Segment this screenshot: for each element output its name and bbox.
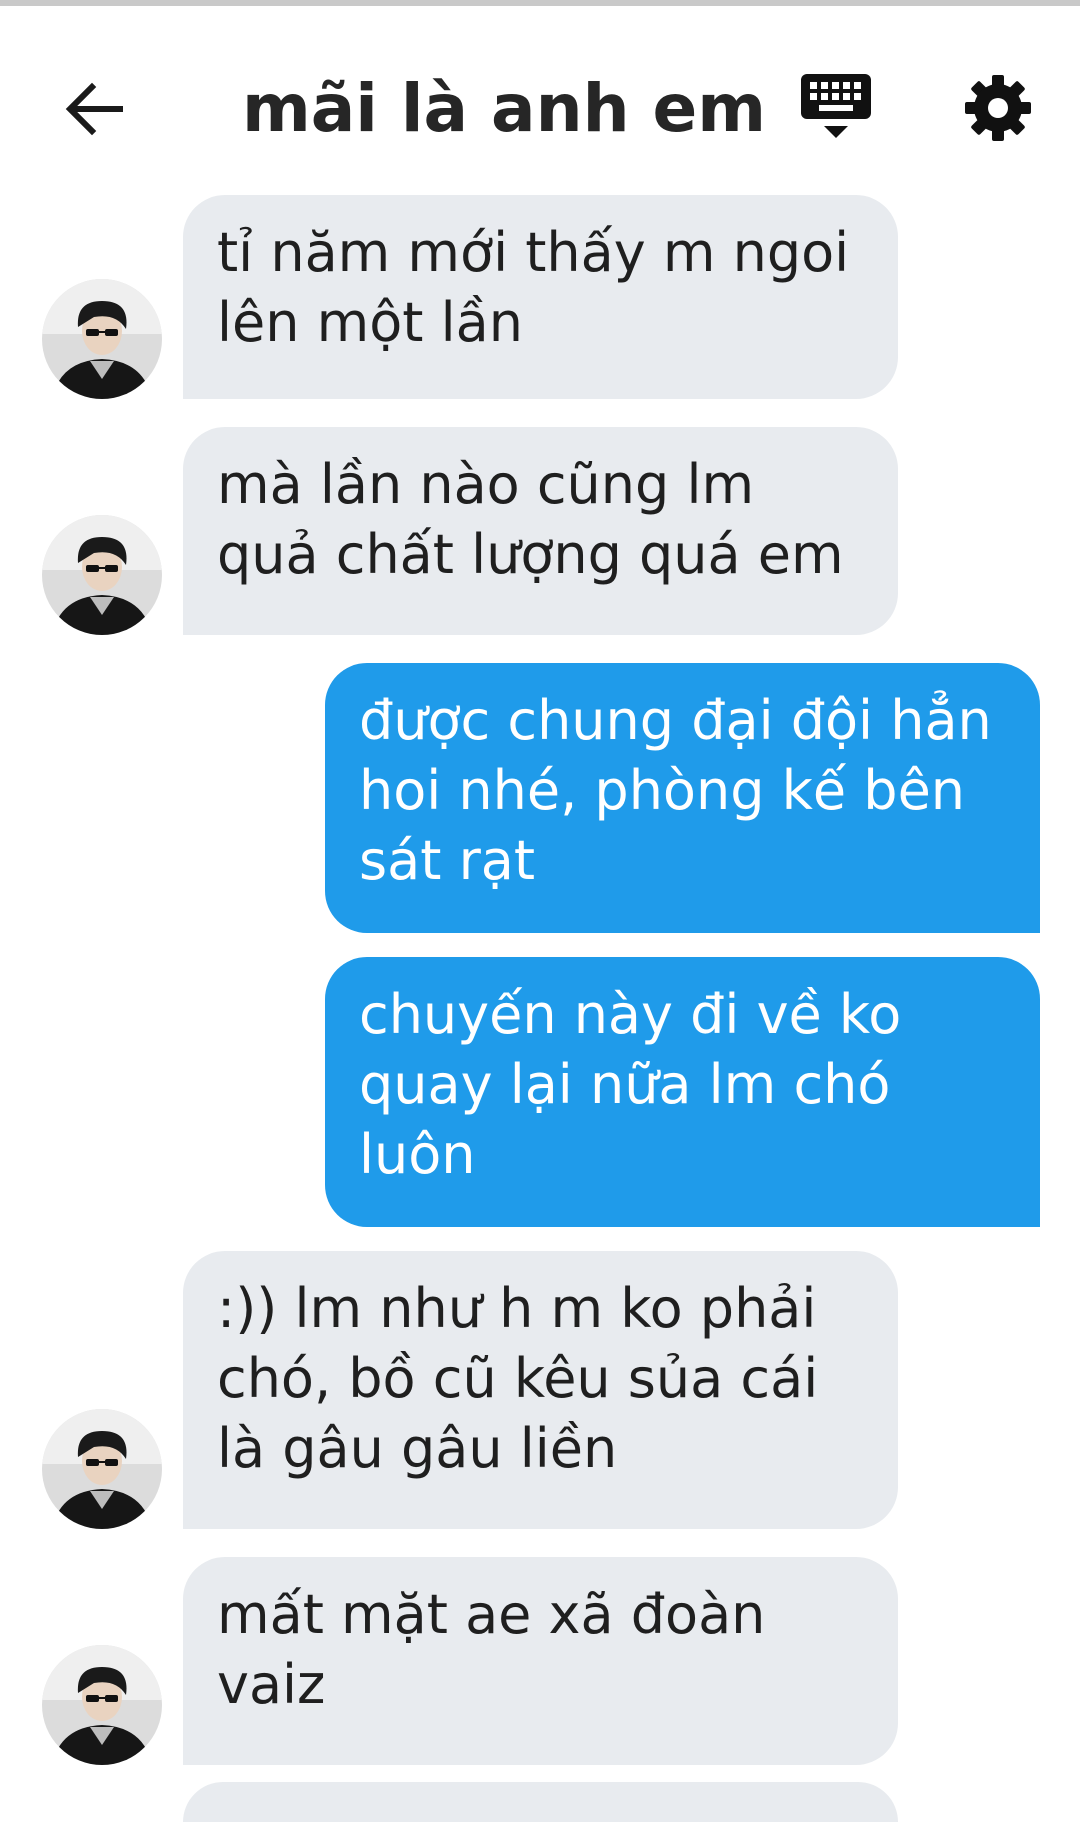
message-line: vaiz: [217, 1653, 326, 1716]
message-list[interactable]: tỉ năm mới thấy m ngoi lên một lần mà lầ…: [0, 191, 1080, 1822]
avatar-photo: [42, 515, 162, 635]
message-line: được chung đại đội hẳn: [359, 689, 992, 752]
message-line: là gâu gâu liền: [217, 1417, 618, 1480]
message-bubble-outgoing[interactable]: được chung đại đội hẳn hoi nhé, phòng kế…: [325, 663, 1040, 933]
message-line: sát rạt: [359, 829, 536, 892]
message-line: mà lần nào cũng lm: [217, 453, 755, 516]
message-line: lên một lần: [217, 291, 523, 354]
message-bubble-incoming[interactable]: tỉ năm mới thấy m ngoi lên một lần: [183, 195, 898, 399]
back-button[interactable]: [60, 74, 130, 144]
message-line: :)) lm như h m ko phải: [217, 1277, 817, 1340]
keyboard-icon: [801, 74, 871, 138]
message-bubble-partial[interactable]: [183, 1782, 898, 1822]
avatar[interactable]: [42, 1645, 162, 1765]
message-bubble-outgoing[interactable]: chuyến này đi về ko quay lại nữa lm chó …: [325, 957, 1040, 1227]
message-bubble-incoming[interactable]: mất mặt ae xã đoàn vaiz: [183, 1557, 898, 1765]
message-line: chó, bồ cũ kêu sủa cái: [217, 1347, 819, 1410]
message-line: tỉ năm mới thấy m ngoi: [217, 221, 850, 284]
settings-button[interactable]: [962, 72, 1034, 144]
message-bubble-incoming[interactable]: :)) lm như h m ko phải chó, bồ cũ kêu sủ…: [183, 1251, 898, 1529]
chat-header: mãi là anh em: [0, 6, 1080, 191]
conversation-title: mãi là anh em: [242, 70, 767, 147]
avatar-photo: [42, 1409, 162, 1529]
avatar-photo: [42, 1645, 162, 1765]
keyboard-button[interactable]: [798, 72, 874, 148]
message-line: quay lại nữa lm chó: [359, 1053, 891, 1116]
gear-icon: [965, 75, 1031, 141]
avatar[interactable]: [42, 1409, 162, 1529]
avatar[interactable]: [42, 279, 162, 399]
avatar[interactable]: [42, 515, 162, 635]
message-line: chuyến này đi về ko: [359, 983, 902, 1046]
avatar-photo: [42, 279, 162, 399]
message-line: hoi nhé, phòng kế bên: [359, 759, 966, 822]
arrow-left-icon: [65, 82, 123, 136]
message-line: mất mặt ae xã đoàn: [217, 1583, 766, 1646]
message-line: quả chất lượng quá em: [217, 523, 844, 586]
message-line: luôn: [359, 1123, 476, 1186]
message-bubble-incoming[interactable]: mà lần nào cũng lm quả chất lượng quá em: [183, 427, 898, 635]
